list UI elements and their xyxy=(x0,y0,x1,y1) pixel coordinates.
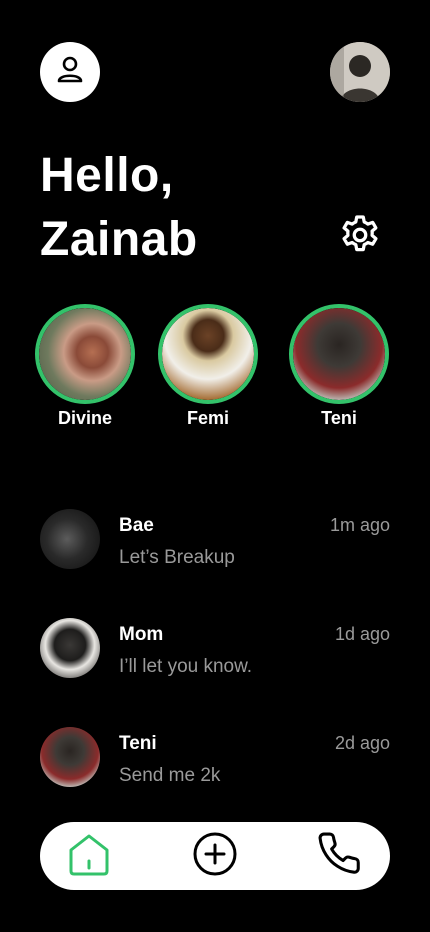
story-divine[interactable]: Divine xyxy=(35,304,135,429)
nav-call-button[interactable] xyxy=(318,831,364,882)
list-item[interactable]: Mom I’ll let you know. 1d ago xyxy=(40,618,390,680)
page-title: Hello, Zainab xyxy=(40,144,198,272)
story-name: Teni xyxy=(321,408,357,428)
story-avatar xyxy=(39,308,131,400)
chat-time: 1m ago xyxy=(329,515,390,535)
story-femi[interactable]: Femi xyxy=(158,304,258,429)
story-ring xyxy=(35,304,135,404)
chat-preview: Let’s Breakup xyxy=(119,547,235,568)
chat-name: Bae xyxy=(119,515,154,536)
story-avatar xyxy=(293,308,385,400)
home-icon xyxy=(66,831,112,882)
settings-button[interactable] xyxy=(335,212,385,262)
chat-preview: I’ll let you know. xyxy=(119,656,253,677)
list-item[interactable]: Bae Let’s Breakup 1m ago xyxy=(40,509,390,571)
greeting-line-1: Hello, xyxy=(40,149,174,202)
user-avatar[interactable] xyxy=(330,42,390,102)
user-icon xyxy=(56,55,84,90)
list-item[interactable]: Teni Send me 2k 2d ago xyxy=(40,727,390,789)
plus-circle-icon xyxy=(192,831,238,882)
chat-name: Mom xyxy=(119,624,164,645)
gear-icon xyxy=(337,212,383,263)
story-name: Divine xyxy=(57,408,113,428)
avatar xyxy=(40,618,100,678)
story-name: Femi xyxy=(186,408,229,428)
avatar xyxy=(40,509,100,569)
greeting-name: Zainab xyxy=(40,213,198,266)
story-teni[interactable]: Teni xyxy=(289,304,389,429)
nav-add-button[interactable] xyxy=(192,831,238,882)
chat-time: 2d ago xyxy=(334,733,390,753)
chat-preview: Send me 2k xyxy=(119,765,221,786)
story-ring xyxy=(289,304,389,404)
profile-button[interactable] xyxy=(40,42,100,102)
bottom-nav xyxy=(40,822,390,890)
nav-home-button[interactable] xyxy=(66,833,112,879)
chat-time: 1d ago xyxy=(334,624,390,644)
phone-icon xyxy=(318,831,364,882)
chat-name: Teni xyxy=(119,733,157,754)
avatar xyxy=(40,727,100,787)
story-ring xyxy=(158,304,258,404)
story-avatar xyxy=(162,308,254,400)
